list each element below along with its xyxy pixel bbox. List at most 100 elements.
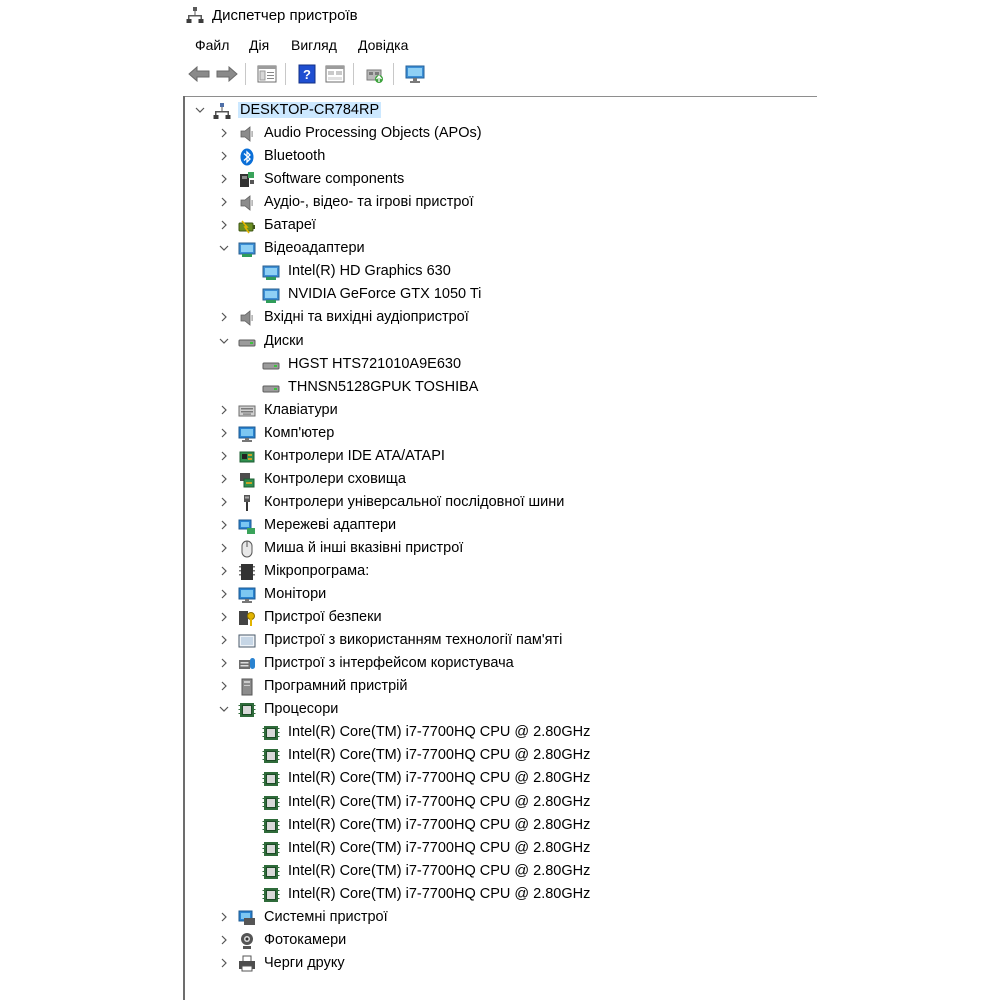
back-button[interactable] bbox=[187, 62, 211, 86]
tree-category[interactable]: Контролери IDE ATA/ATAPI bbox=[185, 445, 815, 468]
category-label: Черги друку bbox=[264, 954, 345, 971]
menu-action[interactable]: Дія bbox=[249, 37, 269, 53]
tree-device[interactable]: Intel(R) Core(TM) i7-7700HQ CPU @ 2.80GH… bbox=[185, 791, 815, 814]
tree-device[interactable]: Intel(R) HD Graphics 630 bbox=[185, 260, 815, 283]
tree-category[interactable]: Монітори bbox=[185, 583, 815, 606]
monitor-scan-icon bbox=[405, 65, 425, 83]
tree-device[interactable]: HGST HTS721010A9E630 bbox=[185, 353, 815, 376]
tree-category[interactable]: Bluetooth bbox=[185, 145, 815, 168]
tree-category[interactable]: Вхідні та вихідні аудіопристрої bbox=[185, 306, 815, 329]
chevron-right-icon[interactable] bbox=[217, 633, 231, 647]
chevron-right-icon[interactable] bbox=[217, 195, 231, 209]
menu-help[interactable]: Довідка bbox=[358, 37, 408, 53]
tree-category[interactable]: Комп'ютер bbox=[185, 422, 815, 445]
show-hide-console-tree-button[interactable] bbox=[255, 62, 279, 86]
tree-device[interactable]: Intel(R) Core(TM) i7-7700HQ CPU @ 2.80GH… bbox=[185, 721, 815, 744]
chevron-down-icon[interactable] bbox=[217, 334, 231, 348]
tree-category[interactable]: Відеоадаптери bbox=[185, 237, 815, 260]
forward-button[interactable] bbox=[215, 62, 239, 86]
menu-file[interactable]: Файл bbox=[195, 37, 229, 53]
tree-category[interactable]: Черги друку bbox=[185, 952, 815, 975]
chevron-right-icon[interactable] bbox=[217, 956, 231, 970]
tree-category[interactable]: Процесори bbox=[185, 698, 815, 721]
tree-category[interactable]: Миша й інші вказівні пристрої bbox=[185, 537, 815, 560]
category-label: Контролери IDE ATA/ATAPI bbox=[264, 447, 445, 464]
tree-category[interactable]: Програмний пристрій bbox=[185, 675, 815, 698]
tree-category[interactable]: Диски bbox=[185, 330, 815, 353]
chevron-down-icon[interactable] bbox=[217, 241, 231, 255]
processor-icon bbox=[238, 701, 256, 719]
tree-category[interactable]: Пристрої з використанням технології пам'… bbox=[185, 629, 815, 652]
chevron-right-icon[interactable] bbox=[217, 541, 231, 555]
update-driver-button[interactable] bbox=[363, 62, 387, 86]
chevron-right-icon[interactable] bbox=[217, 933, 231, 947]
chevron-down-icon[interactable] bbox=[217, 702, 231, 716]
camera-icon bbox=[238, 932, 256, 950]
tree-category[interactable]: Software components bbox=[185, 168, 815, 191]
tree-category[interactable]: Контролери універсальної послідовної шин… bbox=[185, 491, 815, 514]
tree-device[interactable]: THNSN5128GPUK TOSHIBA bbox=[185, 376, 815, 399]
chevron-right-icon[interactable] bbox=[217, 218, 231, 232]
chevron-right-icon[interactable] bbox=[217, 403, 231, 417]
tree-device[interactable]: Intel(R) Core(TM) i7-7700HQ CPU @ 2.80GH… bbox=[185, 744, 815, 767]
chevron-right-icon[interactable] bbox=[217, 310, 231, 324]
tree-device[interactable]: Intel(R) Core(TM) i7-7700HQ CPU @ 2.80GH… bbox=[185, 860, 815, 883]
speaker-icon bbox=[238, 309, 256, 327]
chevron-right-icon[interactable] bbox=[217, 495, 231, 509]
storage-controller-icon bbox=[238, 471, 256, 489]
chevron-right-icon[interactable] bbox=[217, 172, 231, 186]
category-label: Монітори bbox=[264, 586, 327, 603]
speaker-icon bbox=[238, 125, 256, 143]
chevron-right-icon[interactable] bbox=[217, 679, 231, 693]
chevron-right-icon[interactable] bbox=[217, 449, 231, 463]
toolbar-separator bbox=[245, 63, 246, 85]
chevron-right-icon[interactable] bbox=[217, 610, 231, 624]
processor-icon bbox=[262, 840, 280, 858]
tree-device[interactable]: Intel(R) Core(TM) i7-7700HQ CPU @ 2.80GH… bbox=[185, 837, 815, 860]
tree-category[interactable]: Контролери сховища bbox=[185, 468, 815, 491]
category-label: Вхідні та вихідні аудіопристрої bbox=[264, 309, 469, 326]
category-label: Мікропрограма: bbox=[264, 563, 370, 579]
tree-category[interactable]: Пристрої безпеки bbox=[185, 606, 815, 629]
tree-category[interactable]: Пристрої з інтерфейсом користувача bbox=[185, 652, 815, 675]
device-tree[interactable]: DESKTOP-CR784RP Audio Processing Objects … bbox=[185, 97, 815, 1000]
device-label: HGST HTS721010A9E630 bbox=[288, 355, 462, 372]
chevron-right-icon[interactable] bbox=[217, 126, 231, 140]
chevron-right-icon[interactable] bbox=[217, 472, 231, 486]
chevron-right-icon[interactable] bbox=[217, 656, 231, 670]
tree-root[interactable]: DESKTOP-CR784RP bbox=[185, 99, 815, 122]
tree-category[interactable]: Мережеві адаптери bbox=[185, 514, 815, 537]
tree-category[interactable]: Мікропрограма: bbox=[185, 560, 815, 583]
usb-icon bbox=[238, 494, 256, 512]
tree-category[interactable]: Audio Processing Objects (APOs) bbox=[185, 122, 815, 145]
device-manager-window: Диспетчер пристроїв Файл Дія Вигляд Дові… bbox=[183, 0, 817, 1000]
tree-device[interactable]: Intel(R) Core(TM) i7-7700HQ CPU @ 2.80GH… bbox=[185, 767, 815, 790]
tree-category[interactable]: Клавіатури bbox=[185, 399, 815, 422]
category-label: Клавіатури bbox=[264, 401, 338, 418]
help-icon: ? bbox=[298, 64, 316, 84]
tree-category[interactable]: Аудіо-, відео- та ігрові пристрої bbox=[185, 191, 815, 214]
tree-device[interactable]: Intel(R) Core(TM) i7-7700HQ CPU @ 2.80GH… bbox=[185, 814, 815, 837]
chevron-right-icon[interactable] bbox=[217, 587, 231, 601]
tree-device[interactable]: NVIDIA GeForce GTX 1050 Ti bbox=[185, 283, 815, 306]
tree-category[interactable]: Батареї bbox=[185, 214, 815, 237]
properties-view-button[interactable] bbox=[323, 62, 347, 86]
scan-hardware-button[interactable] bbox=[403, 62, 427, 86]
chevron-right-icon[interactable] bbox=[217, 518, 231, 532]
help-button[interactable]: ? bbox=[295, 62, 319, 86]
chevron-right-icon[interactable] bbox=[217, 564, 231, 578]
device-label: Intel(R) Core(TM) i7-7700HQ CPU @ 2.80GH… bbox=[288, 816, 591, 833]
menu-view[interactable]: Вигляд bbox=[291, 37, 337, 53]
chevron-right-icon[interactable] bbox=[217, 910, 231, 924]
tree-device[interactable]: Intel(R) Core(TM) i7-7700HQ CPU @ 2.80GH… bbox=[185, 883, 815, 906]
disk-drive-icon bbox=[262, 379, 280, 397]
tree-category[interactable]: Системні пристрої bbox=[185, 906, 815, 929]
processor-icon bbox=[262, 794, 280, 812]
tree-category[interactable]: Фотокамери bbox=[185, 929, 815, 952]
chevron-down-icon[interactable] bbox=[193, 103, 207, 117]
system-device-icon bbox=[238, 909, 256, 927]
chevron-right-icon[interactable] bbox=[217, 149, 231, 163]
category-label: Software components bbox=[264, 171, 405, 188]
processor-icon bbox=[262, 770, 280, 788]
chevron-right-icon[interactable] bbox=[217, 426, 231, 440]
